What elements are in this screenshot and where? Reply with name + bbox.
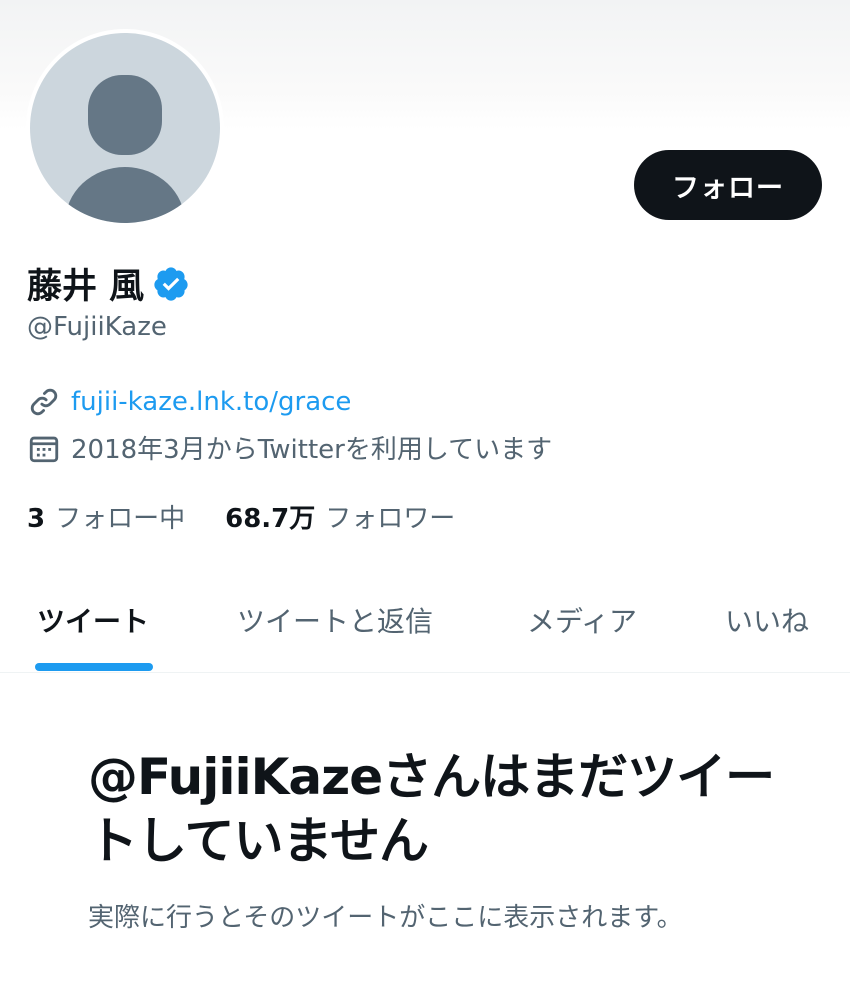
- calendar-icon: [29, 436, 59, 462]
- profile-link-row[interactable]: fujii-kaze.lnk.to/grace: [27, 385, 351, 419]
- empty-state-subtitle: 実際に行うとそのツイートがここに表示されます。: [88, 903, 683, 933]
- profile-stats: 3 フォロー中 68.7万 フォロワー: [27, 498, 495, 535]
- avatar[interactable]: [30, 33, 220, 223]
- following-stat[interactable]: 3 フォロー中: [27, 498, 185, 535]
- profile-handle: @FujiiKaze: [27, 312, 167, 342]
- tab-tweets-and-replies[interactable]: ツイートと返信: [237, 600, 433, 640]
- active-tab-indicator: [35, 663, 153, 671]
- profile-joined-row: 2018年3月からTwitterを利用しています: [27, 429, 552, 466]
- follow-button[interactable]: フォロー: [634, 150, 822, 220]
- following-count: 3: [27, 504, 46, 534]
- followers-stat[interactable]: 68.7万 フォロワー: [225, 498, 455, 535]
- profile-link[interactable]: fujii-kaze.lnk.to/grace: [71, 387, 351, 417]
- followers-label: フォロワー: [325, 504, 456, 534]
- followers-count: 68.7万: [225, 504, 316, 534]
- tab-likes[interactable]: いいね: [725, 600, 809, 640]
- link-icon: [30, 388, 58, 416]
- display-name: 藤井 風: [27, 267, 145, 307]
- profile-name-row: 藤井 風: [27, 258, 190, 309]
- verified-badge-icon[interactable]: [152, 265, 190, 303]
- empty-state-title: @FujiiKazeさんはまだツイートしていません: [88, 748, 775, 870]
- following-label: フォロー中: [55, 504, 186, 534]
- default-avatar-icon: [65, 75, 185, 223]
- joined-date: 2018年3月からTwitterを利用しています: [71, 435, 553, 465]
- profile-tabs: ツイート ツイートと返信 メディア いいね: [0, 580, 850, 673]
- tab-media[interactable]: メディア: [527, 600, 637, 640]
- tab-tweets[interactable]: ツイート: [37, 600, 149, 640]
